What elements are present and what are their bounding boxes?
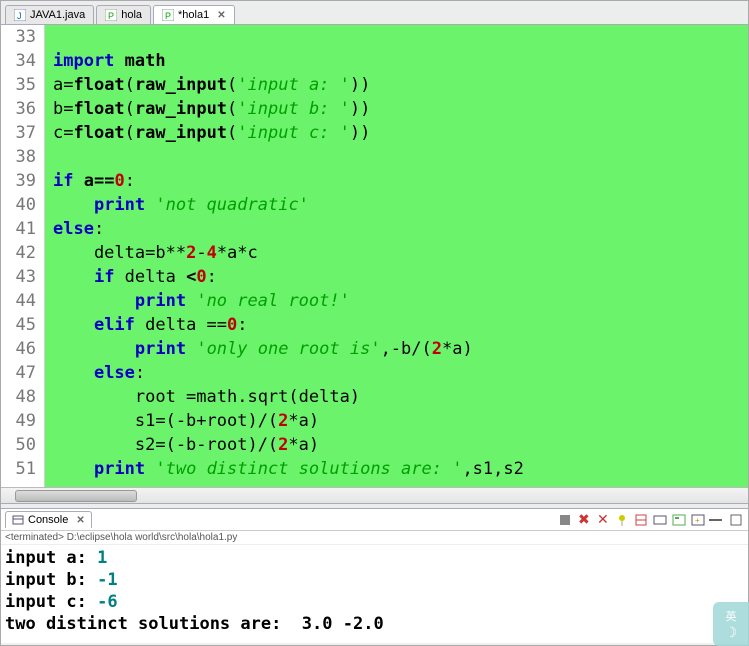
remove-icon[interactable]: ✕: [595, 512, 611, 528]
ime-top: 英: [726, 608, 737, 624]
svg-text:P: P: [165, 11, 171, 21]
svg-text:+: +: [695, 516, 700, 525]
close-icon[interactable]: ✕: [76, 515, 84, 526]
tab-label: hola: [121, 9, 142, 21]
horizontal-scrollbar[interactable]: [1, 487, 748, 503]
scroll-lock-icon[interactable]: [633, 512, 649, 528]
editor-tab[interactable]: J JAVA1.java: [5, 5, 94, 24]
show-console-icon[interactable]: [652, 512, 668, 528]
tab-label: *hola1: [178, 9, 209, 21]
tab-label: JAVA1.java: [30, 9, 85, 21]
moon-icon: ☽: [725, 624, 738, 641]
python-file-icon: P: [105, 9, 117, 21]
console-tab-label: Console: [28, 514, 68, 526]
ime-widget[interactable]: 英 ☽: [713, 602, 749, 646]
display-selected-icon[interactable]: [671, 512, 687, 528]
code-area[interactable]: import math a=float(raw_input('input a: …: [45, 25, 748, 503]
editor-tab[interactable]: Phola: [96, 5, 151, 24]
console-icon: [12, 514, 24, 526]
java-file-icon: J: [14, 9, 26, 21]
console-output[interactable]: input a: 1 input b: -1 input c: -6 two d…: [1, 545, 748, 643]
max-icon[interactable]: [728, 512, 744, 528]
pin-icon[interactable]: [614, 512, 630, 528]
console-tab[interactable]: Console ✕: [5, 511, 92, 528]
close-icon[interactable]: ✕: [217, 10, 225, 21]
console-pane: Console ✕ ✖ ✕ + <terminated> D:\eclipse\ho…: [1, 509, 748, 643]
svg-text:P: P: [108, 11, 114, 21]
console-toolbar: ✖ ✕ +: [557, 512, 744, 528]
terminated-line: <terminated> D:\eclipse\hola world\src\h…: [1, 531, 748, 545]
min-icon[interactable]: [709, 512, 725, 528]
open-console-icon[interactable]: +: [690, 512, 706, 528]
editor-area: 33 34 35 36 37 38 39 40 41 42 43 44 45 4…: [1, 25, 748, 503]
svg-text:J: J: [17, 11, 22, 21]
line-gutter: 33 34 35 36 37 38 39 40 41 42 43 44 45 4…: [1, 25, 45, 503]
editor-tab-bar: JJAVA1.javaPholaP*hola1✕: [1, 1, 748, 25]
svg-text:✕: ✕: [597, 512, 609, 527]
editor-tab[interactable]: P *hola1 ✕: [153, 5, 235, 24]
stop-icon[interactable]: [557, 512, 573, 528]
remove-all-icon[interactable]: ✖: [576, 512, 592, 528]
console-header: Console ✕ ✖ ✕ +: [1, 509, 748, 531]
svg-text:✖: ✖: [578, 512, 590, 527]
python-file-icon: P: [162, 9, 174, 21]
